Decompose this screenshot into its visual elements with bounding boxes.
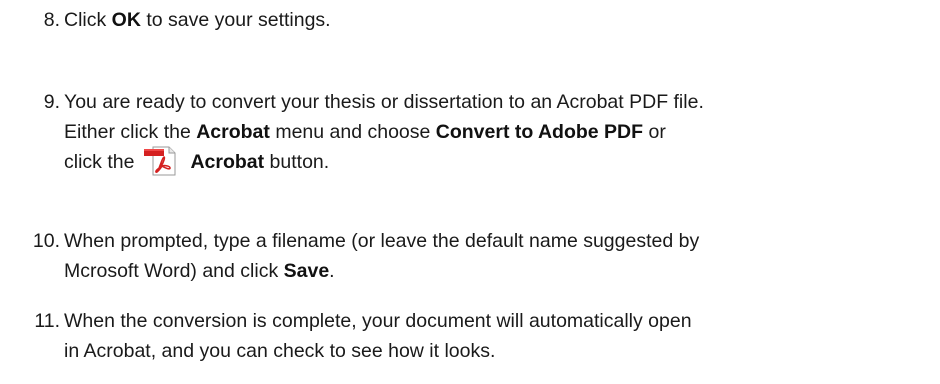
step-text: You are ready to convert your thesis or … bbox=[64, 87, 934, 177]
convert-to-pdf-label: Convert to Adobe PDF bbox=[435, 121, 644, 143]
text-run: click the bbox=[64, 151, 135, 173]
text-run: button. bbox=[264, 151, 330, 173]
instructions-document: 8. Click OK to save your settings. 9. Yo… bbox=[0, 0, 940, 384]
step-line: You are ready to convert your thesis or … bbox=[64, 91, 704, 113]
acrobat-menu-label: Acrobat bbox=[196, 121, 270, 143]
text-run: Either click the bbox=[64, 121, 197, 143]
text-run: or bbox=[643, 121, 666, 143]
step-line: When prompted, type a filename (or leave… bbox=[64, 230, 700, 252]
step-text: Click OK to save your settings. bbox=[64, 5, 934, 35]
step-number: 10. bbox=[32, 230, 60, 252]
text-run: menu and choose bbox=[269, 121, 436, 143]
ok-label: OK bbox=[111, 9, 141, 31]
step-line: Click OK to save your settings. bbox=[64, 5, 934, 35]
step-number: 9. bbox=[43, 91, 60, 113]
text-run: Mcrosoft Word) and click bbox=[64, 260, 284, 282]
step-number: 11. bbox=[34, 310, 60, 332]
text-run: Click bbox=[64, 9, 112, 31]
text-run: to save your settings. bbox=[140, 9, 331, 31]
save-label: Save bbox=[283, 260, 330, 282]
text-run: . bbox=[329, 260, 335, 282]
step-line: in Acrobat, and you can check to see how… bbox=[64, 340, 496, 362]
step-number: 8. bbox=[43, 9, 60, 31]
step-line: When the conversion is complete, your do… bbox=[64, 310, 692, 332]
step-line: Either click the Acrobat menu and choose… bbox=[64, 117, 934, 147]
acrobat-button-label: Acrobat bbox=[190, 151, 265, 173]
step-text: When the conversion is complete, your do… bbox=[64, 306, 934, 366]
step-text: When prompted, type a filename (or leave… bbox=[64, 226, 934, 286]
step-line: Mcrosoft Word) and click Save. bbox=[64, 256, 934, 286]
acrobat-pdf-icon bbox=[144, 146, 176, 176]
step-line: click the Acrobat button. bbox=[64, 146, 934, 177]
